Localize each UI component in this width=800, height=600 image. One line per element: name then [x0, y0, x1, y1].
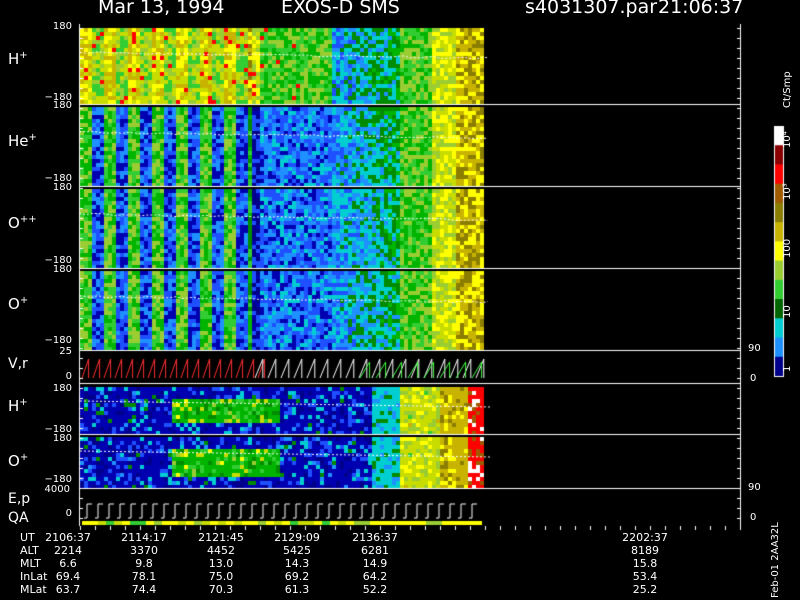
table-cell: 15.8	[632, 557, 658, 570]
panel-label-o-plus-lower: O+	[8, 452, 29, 470]
tick-180: 180	[52, 264, 72, 275]
table-cell: 63.7	[55, 583, 81, 596]
tick-vr-bottom: 0	[65, 371, 72, 382]
panel-label-o-plus: O+	[8, 295, 29, 313]
colorbar-tick: 100	[782, 238, 793, 258]
table-cell: 2136:37	[352, 531, 398, 544]
table-cell: 25.2	[632, 583, 658, 596]
tick-ep-bottom: 0	[65, 508, 72, 519]
side-label: Feb-01 2AA32L	[770, 522, 781, 598]
colorbar-tick: 10	[782, 305, 793, 318]
table-cell: 9.8	[135, 557, 153, 570]
rtick-vr-top: 90	[748, 343, 761, 354]
table-cell: 53.4	[632, 570, 658, 583]
table-cell: 75.0	[208, 570, 234, 583]
rtick-ep-bottom: 0	[750, 512, 757, 523]
table-cell: 2121:45	[198, 531, 244, 544]
tick-180: 180	[52, 21, 72, 32]
table-cell: 64.2	[362, 570, 388, 583]
table-cell: 69.2	[284, 570, 310, 583]
colorbar-tick: 10⁴	[782, 131, 793, 148]
table-cell: 70.3	[208, 583, 234, 596]
rtick-ep-top: 90	[748, 482, 761, 493]
spectrogram-canvas	[0, 0, 800, 600]
tick-180: 180	[52, 100, 72, 111]
table-cell: 2202:37	[622, 531, 668, 544]
table-cell: 3370	[130, 544, 158, 557]
colorbar-tick: 1	[782, 365, 793, 372]
panel-label-vr: V,r	[8, 356, 28, 372]
table-cell: 78.1	[131, 570, 157, 583]
table-cell: 8189	[631, 544, 659, 557]
table-cell: 4452	[207, 544, 235, 557]
date-title: Mar 13, 1994	[98, 0, 225, 18]
table-cell: 6281	[361, 544, 389, 557]
tick-ep-top: 4000	[44, 484, 70, 495]
panel-label-h-plus: H+	[8, 50, 28, 68]
table-cell: 14.9	[362, 557, 388, 570]
table-cell: 2114:17	[121, 531, 167, 544]
panel-label-qa: QA	[8, 510, 29, 526]
table-cell: 74.4	[131, 583, 157, 596]
header-time: 21:06:37	[658, 0, 744, 18]
table-cell: 61.3	[284, 583, 310, 596]
table-cell: 14.3	[284, 557, 310, 570]
table-cell: 5425	[283, 544, 311, 557]
table-cell: 13.0	[208, 557, 234, 570]
panel-label-he-plus: He+	[8, 132, 37, 150]
instrument-title: EXOS-D SMS	[281, 0, 400, 18]
colorbar-unit: Ct/Smp	[782, 71, 793, 108]
tick-vr-top: 25	[59, 346, 72, 357]
orbit-table: UT 2106:37 2114:17 2121:45 2129:09 2136:37 220…	[0, 530, 800, 600]
tick-180: 180	[52, 433, 72, 444]
table-cell: 52.2	[362, 583, 388, 596]
rtick-vr-bottom: 0	[750, 373, 757, 384]
panel-label-h-plus-lower: H+	[8, 397, 28, 415]
panel-label-ep: E,p	[8, 491, 31, 507]
table-cell: 6.6	[59, 557, 77, 570]
file-name: s4031307.par	[525, 0, 658, 18]
tick-180: 180	[52, 182, 72, 193]
tick-neg180: −180	[44, 335, 72, 346]
table-cell: 2129:09	[274, 531, 320, 544]
table-cell: 2214	[54, 544, 82, 557]
panel-label-o-plusplus: O++	[8, 214, 37, 232]
tick-180: 180	[52, 383, 72, 394]
table-cell: 2106:37	[45, 531, 91, 544]
table-cell: 69.4	[55, 570, 81, 583]
colorbar-tick: 10³	[782, 183, 793, 200]
